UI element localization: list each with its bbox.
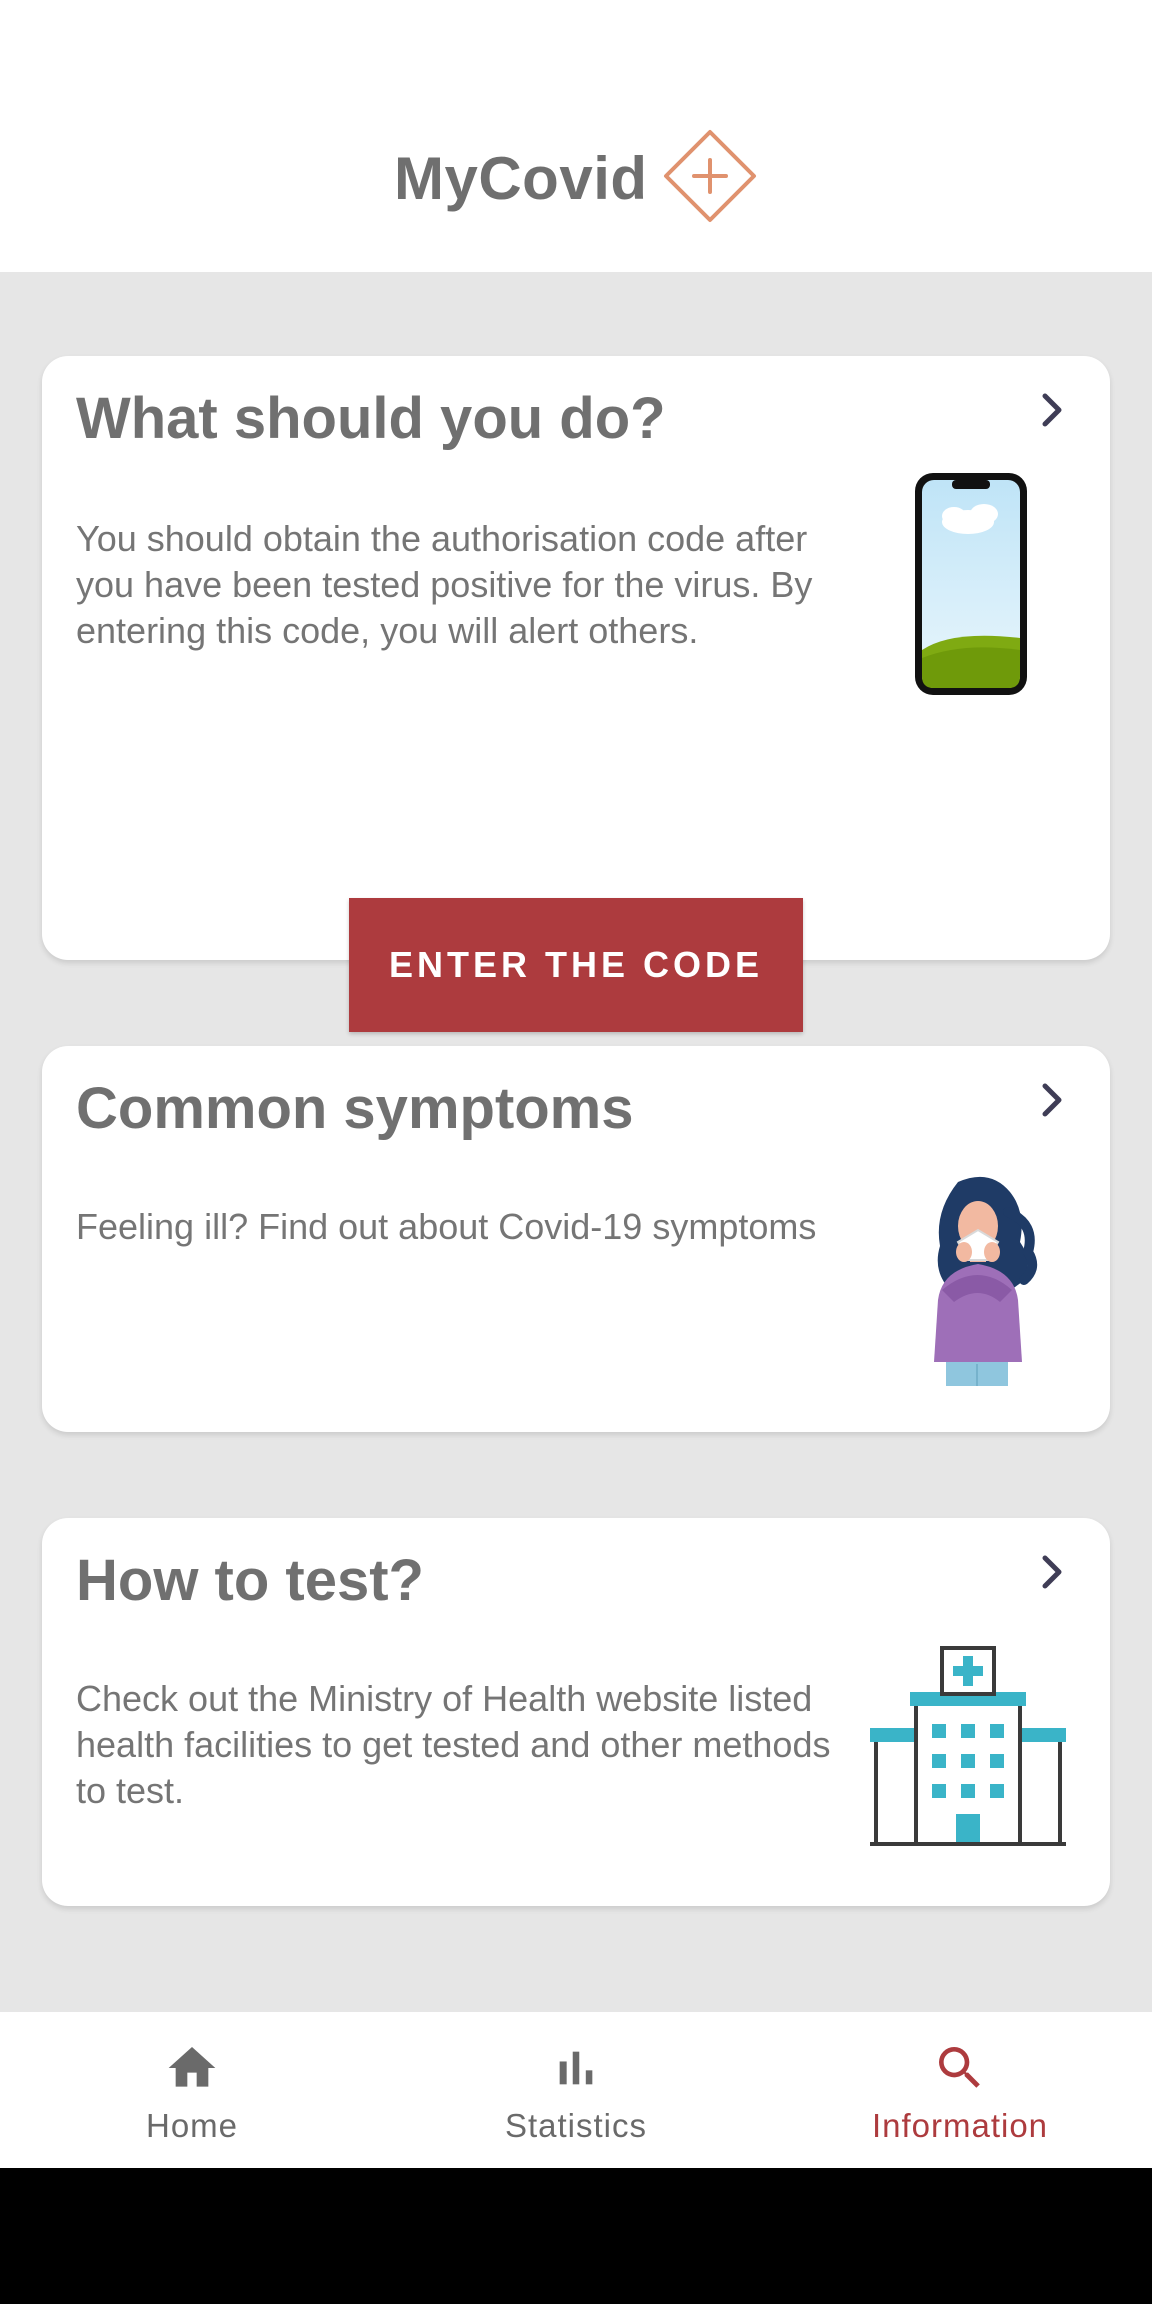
card-body: Check out the Ministry of Health website… xyxy=(76,1678,831,1811)
system-navigation-bar xyxy=(0,2168,1152,2304)
search-icon xyxy=(939,2047,980,2088)
nav-item-statistics[interactable]: Statistics xyxy=(384,2012,768,2168)
enter-code-button[interactable]: ENTER THE CODE xyxy=(349,898,803,1032)
card-common-symptoms[interactable]: Common symptoms Feeling ill? Find out ab… xyxy=(42,1046,1110,1432)
nav-label-home: Home xyxy=(145,2107,239,2144)
diamond-plus-icon xyxy=(664,130,756,222)
app-title: MyCovid xyxy=(394,145,648,212)
bar-chart-icon xyxy=(559,2051,593,2085)
chevron-right-icon[interactable] xyxy=(1032,1080,1072,1120)
card-title: How to test? xyxy=(76,1548,424,1613)
app-header: MyCovid xyxy=(0,0,1152,272)
card-how-to-test[interactable]: How to test? Check out the Ministry of H… xyxy=(42,1518,1110,1906)
chevron-right-icon[interactable] xyxy=(1032,1552,1072,1592)
nav-label-statistics: Statistics xyxy=(504,2107,648,2144)
nav-item-information[interactable]: Information xyxy=(768,2012,1152,2168)
card-what-to-do[interactable]: What should you do? You should obtain th… xyxy=(42,356,1110,1032)
sneezing-woman-illustration xyxy=(934,1176,1038,1386)
chevron-right-icon[interactable] xyxy=(1032,390,1072,430)
card-body: Feeling ill? Find out about Covid-19 sym… xyxy=(76,1206,817,1247)
card-title: Common symptoms xyxy=(76,1076,634,1141)
nav-item-home[interactable]: Home xyxy=(0,2012,384,2168)
card-body: You should obtain the authorisation code… xyxy=(76,518,813,651)
nav-label-information: Information xyxy=(871,2107,1049,2144)
card-title: What should you do? xyxy=(76,386,666,451)
home-icon xyxy=(168,2047,216,2087)
bottom-navigation: Home Statistics Information xyxy=(0,2012,1152,2168)
hospital-illustration xyxy=(870,1646,1066,1846)
smartphone-illustration xyxy=(915,473,1027,695)
